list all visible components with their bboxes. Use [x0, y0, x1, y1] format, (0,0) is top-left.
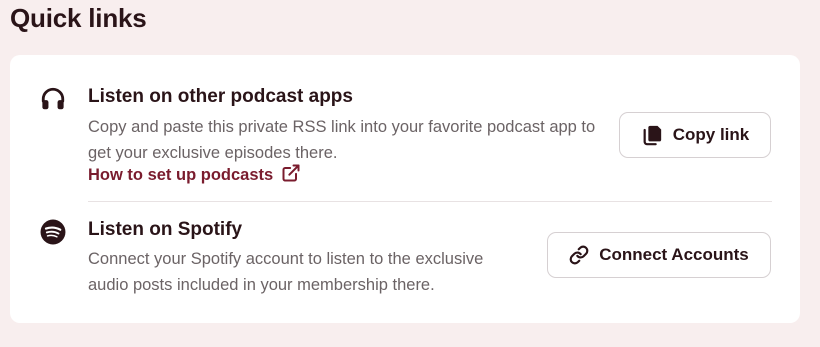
- headphones-icon: [40, 86, 66, 112]
- spotify-icon: [40, 219, 66, 245]
- link-icon: [569, 245, 589, 265]
- connect-accounts-button[interactable]: Connect Accounts: [547, 232, 771, 278]
- spotify-description: Connect your Spotify account to listen t…: [88, 250, 484, 294]
- page-title: Quick links: [10, 3, 147, 33]
- spotify-heading: Listen on Spotify: [88, 219, 243, 240]
- connect-accounts-button-label: Connect Accounts: [599, 245, 749, 264]
- copy-link-button[interactable]: Copy link: [619, 112, 771, 158]
- podcast-apps-row: Listen on other podcast apps Copy and pa…: [10, 55, 800, 201]
- podcast-setup-link-label: How to set up podcasts: [88, 166, 274, 184]
- copy-link-button-label: Copy link: [672, 125, 750, 144]
- podcast-apps-description: Copy and paste this private RSS link int…: [88, 118, 596, 162]
- external-link-icon: [281, 163, 301, 188]
- podcast-apps-heading: Listen on other podcast apps: [88, 86, 353, 107]
- spotify-row: Listen on Spotify Connect your Spotify a…: [10, 201, 800, 323]
- podcast-setup-link[interactable]: How to set up podcasts: [88, 163, 301, 188]
- quick-links-card: Listen on other podcast apps Copy and pa…: [10, 55, 800, 323]
- copy-icon: [641, 124, 663, 146]
